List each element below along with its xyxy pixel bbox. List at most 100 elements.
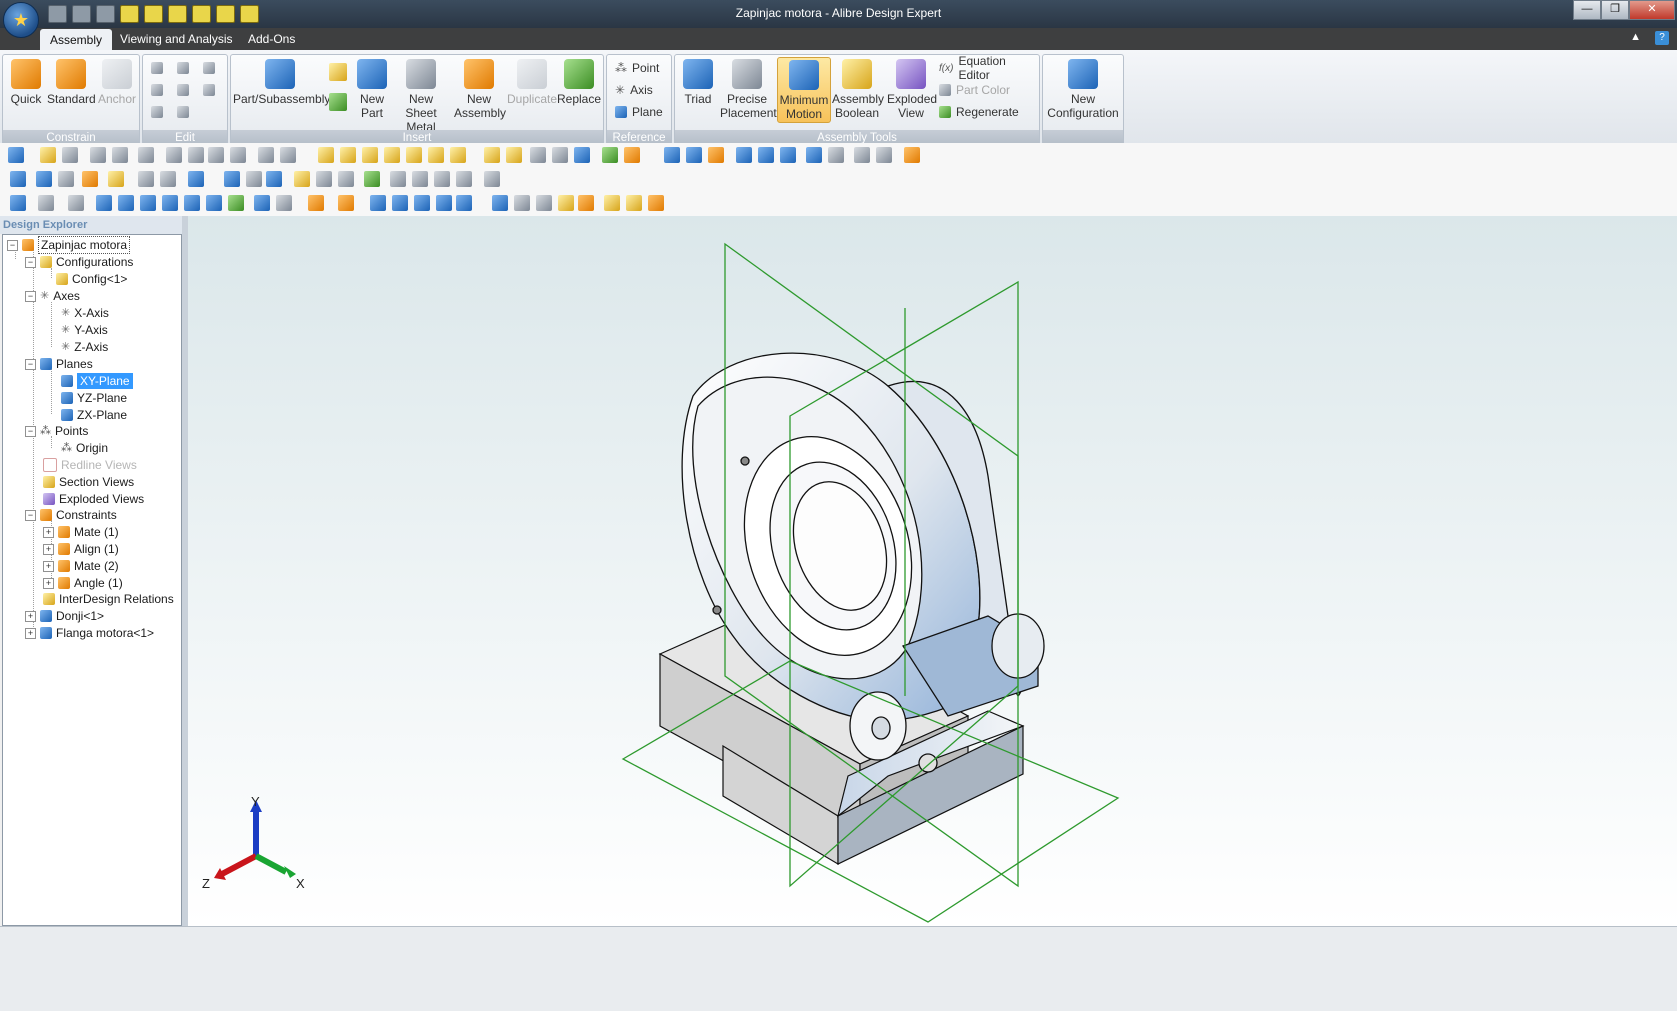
collapse-icon[interactable]: −: [25, 509, 36, 521]
analysis-icon[interactable]: [228, 195, 244, 211]
triad-icon[interactable]: [224, 171, 240, 187]
assembly-boolean-button[interactable]: Assembly Boolean: [831, 57, 884, 120]
placement-icon[interactable]: [246, 171, 262, 187]
tool-icon[interactable]: [456, 171, 472, 187]
minimum-motion-icon[interactable]: [266, 171, 282, 187]
boolean-icon[interactable]: [294, 171, 310, 187]
tree-item-mate-1[interactable]: + Mate (1): [43, 524, 119, 540]
scale-icon[interactable]: [626, 195, 642, 211]
visibility-icon[interactable]: [574, 147, 590, 163]
analysis-icon[interactable]: [140, 195, 156, 211]
tree-item-donji[interactable]: + Donji<1>: [25, 608, 104, 624]
analysis-icon[interactable]: [456, 195, 472, 211]
tree-item-x-axis[interactable]: ✳ X-Axis: [61, 305, 109, 321]
collapse-ribbon-icon[interactable]: ▲: [1630, 31, 1641, 45]
arrow-icon[interactable]: [484, 147, 500, 163]
tool-icon[interactable]: [412, 171, 428, 187]
pattern-button[interactable]: [329, 63, 347, 81]
new-part-button[interactable]: New Part: [355, 57, 389, 120]
tab-assembly[interactable]: Assembly: [40, 29, 113, 50]
check-icon[interactable]: [276, 195, 292, 211]
display-mode-icon[interactable]: [38, 195, 54, 211]
view-cube-icon[interactable]: [340, 147, 356, 163]
part-color-button[interactable]: Part Color: [939, 81, 1010, 99]
replace-button[interactable]: Replace: [557, 57, 601, 106]
tree-item-z-axis[interactable]: ✳ Z-Axis: [61, 339, 108, 355]
tree-item-exploded-views[interactable]: Exploded Views: [43, 491, 144, 507]
print-icon[interactable]: [138, 147, 154, 163]
part-subassembly-button[interactable]: Part/Subassembly: [233, 57, 330, 106]
view-cube-icon[interactable]: [384, 147, 400, 163]
edit-tool-7[interactable]: [151, 103, 163, 121]
view-cube-icon[interactable]: [450, 147, 466, 163]
pan-icon[interactable]: [686, 147, 702, 163]
property-icon[interactable]: [648, 195, 664, 211]
zoom-window-icon[interactable]: [758, 147, 774, 163]
previous-view-icon[interactable]: [806, 147, 822, 163]
axis-icon[interactable]: [514, 195, 530, 211]
tree-item-mate-2[interactable]: + Mate (2): [43, 558, 119, 574]
view-cube-icon[interactable]: [318, 147, 334, 163]
zoom-in-icon[interactable]: [736, 147, 752, 163]
new-file-icon[interactable]: [8, 147, 24, 163]
application-menu-button[interactable]: ★: [3, 2, 39, 38]
tree-item-yz-plane[interactable]: YZ-Plane: [61, 390, 127, 406]
section-icon[interactable]: [530, 147, 546, 163]
edit-tool-6[interactable]: [203, 81, 215, 99]
save-icon[interactable]: [62, 147, 78, 163]
tree-item-y-axis[interactable]: ✳ Y-Axis: [61, 322, 108, 338]
delete-icon[interactable]: [230, 147, 246, 163]
minimum-motion-button[interactable]: Minimum Motion: [777, 57, 831, 123]
tree-item-interdesign-relations[interactable]: InterDesign Relations: [43, 591, 174, 607]
tree-item-points[interactable]: − ⁂ Points: [25, 423, 88, 439]
expand-icon[interactable]: +: [43, 577, 54, 589]
gear-button[interactable]: [329, 93, 347, 111]
view-cube-icon[interactable]: [406, 147, 422, 163]
expand-icon[interactable]: +: [43, 526, 54, 538]
unsuppress-icon[interactable]: [280, 147, 296, 163]
tree-item-redline-views[interactable]: Redline Views: [43, 457, 137, 473]
edit-tool-2[interactable]: [177, 59, 189, 77]
rotate-icon[interactable]: [708, 147, 724, 163]
tree-item-axes[interactable]: − ✳ Axes: [25, 288, 80, 304]
wireframe-view-icon[interactable]: [876, 147, 892, 163]
next-view-icon[interactable]: [828, 147, 844, 163]
tree-item-root[interactable]: − Zapinjac motora: [7, 236, 131, 254]
tool-icon[interactable]: [390, 171, 406, 187]
shaded-view-icon[interactable]: [854, 147, 870, 163]
tree-item-config1[interactable]: Config<1>: [56, 271, 127, 287]
color-icon[interactable]: [308, 195, 324, 211]
explorer-icon[interactable]: [10, 195, 26, 211]
refresh-icon[interactable]: [602, 147, 618, 163]
tree-item-flanga-motora[interactable]: + Flanga motora<1>: [25, 625, 154, 641]
select-arrow-icon[interactable]: [664, 147, 680, 163]
sketch-icon[interactable]: [578, 195, 594, 211]
analysis-icon[interactable]: [118, 195, 134, 211]
precise-placement-button[interactable]: Precise Placement: [719, 57, 777, 120]
tree-item-xy-plane[interactable]: XY-Plane: [61, 373, 133, 389]
ruler-icon[interactable]: [604, 195, 620, 211]
copy-icon[interactable]: [188, 147, 204, 163]
analysis-icon[interactable]: [206, 195, 222, 211]
edit-tool-3[interactable]: [203, 59, 215, 77]
pattern-icon[interactable]: [108, 171, 124, 187]
cut-icon[interactable]: [166, 147, 182, 163]
render-icon[interactable]: [904, 147, 920, 163]
duplicate-icon[interactable]: [138, 171, 154, 187]
edit-tool-1[interactable]: [151, 59, 163, 77]
triad-button[interactable]: Triad: [677, 57, 719, 106]
quick-constrain-button[interactable]: Quick: [7, 57, 45, 106]
tab-viewing-and-analysis[interactable]: Viewing and Analysis: [110, 28, 243, 50]
expand-icon[interactable]: +: [43, 543, 54, 555]
anchor-button[interactable]: Anchor: [97, 57, 137, 106]
open-folder-icon[interactable]: [40, 147, 56, 163]
collapse-icon[interactable]: −: [25, 425, 36, 437]
tree-item-zx-plane[interactable]: ZX-Plane: [61, 407, 127, 423]
close-button[interactable]: ✕: [1629, 0, 1675, 20]
analysis-icon[interactable]: [414, 195, 430, 211]
color-icon[interactable]: [338, 195, 354, 211]
new-part-icon[interactable]: [36, 171, 52, 187]
edit-tool-4[interactable]: [151, 81, 163, 99]
sheet-metal-icon[interactable]: [58, 171, 74, 187]
tree-item-planes[interactable]: − Planes: [25, 356, 93, 372]
